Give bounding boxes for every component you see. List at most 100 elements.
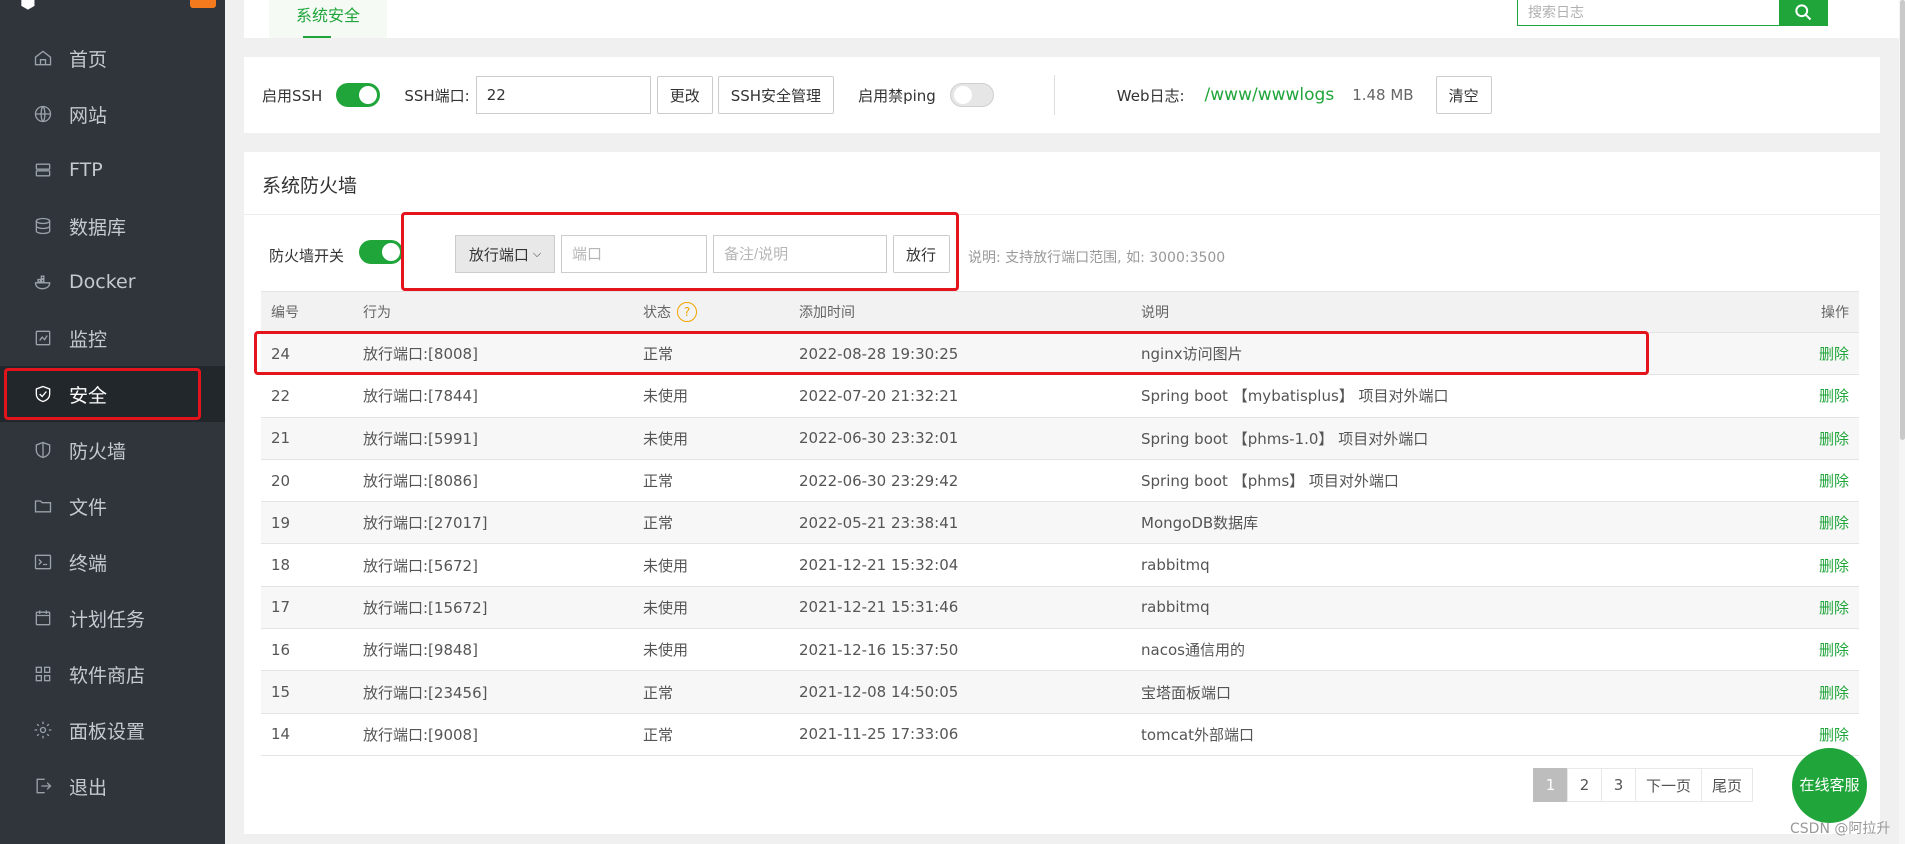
rule-type-select[interactable]: 放行端口 ⌵ [455,235,555,273]
cell-time: 2022-07-20 21:32:21 [799,386,959,405]
terminal-icon [33,552,53,572]
cell-id: 14 [271,725,291,744]
cell-time: 2022-06-30 23:32:01 [799,429,959,448]
sidebar-item-13[interactable]: 退出 [0,758,225,814]
sidebar-item-6[interactable]: 安全 [0,366,225,422]
sidebar-item-12[interactable]: 面板设置 [0,702,225,758]
cell-status: 正常 [643,514,674,533]
sidebar-item-8[interactable]: 文件 [0,478,225,534]
scrollbar-thumb[interactable] [1900,0,1905,440]
delete-link[interactable]: 删除 [1759,343,1859,364]
delete-link[interactable]: 删除 [1759,597,1859,618]
logout-icon [33,776,53,796]
page-button[interactable]: 1 [1533,768,1568,802]
sidebar-item-0[interactable]: 首页 [0,30,225,86]
cell-time: 2021-12-16 15:37:50 [799,640,959,659]
cell-time: 2021-11-25 17:33:06 [799,725,959,744]
col-time: 添加时间 [799,305,855,321]
sidebar-item-5[interactable]: 监控 [0,310,225,366]
cell-status: 正常 [643,472,674,491]
sidebar-item-4[interactable]: Docker [0,254,225,310]
port-input[interactable] [561,235,707,273]
delete-link[interactable]: 删除 [1759,512,1859,533]
cell-status: 正常 [643,683,674,702]
cell-id: 18 [271,556,291,575]
cell-action: 放行端口:[27017] [363,514,488,533]
delete-link[interactable]: 删除 [1759,555,1859,576]
log-search-button[interactable] [1779,0,1827,25]
watermark: CSDN @阿拉升 [1790,821,1891,837]
table-row: 24 放行端口:[8008] 正常 2022-08-28 19:30:25 nginx访… [261,333,1859,376]
sidebar-item-2[interactable]: FTP [0,142,225,198]
delete-link[interactable]: 删除 [1759,724,1859,745]
home-icon [33,48,53,68]
cell-action: 放行端口:[5672] [363,556,478,575]
ssh-port-input[interactable]: 22 [475,76,651,114]
firewall-title: 系统防火墙 [262,175,358,197]
sidebar-item-1[interactable]: 网站 [0,86,225,142]
firewall-toggle[interactable] [359,240,403,264]
page-button[interactable]: 3 [1601,768,1636,802]
table-row: 15 放行端口:[23456] 正常 2021-12-08 14:50:05 宝塔面板端… [261,671,1859,714]
firewall-panel: 系统防火墙 防火墙开关 放行端口 ⌵ 放行 说明: 支持放行端口范围, 如: 3… [244,152,1880,834]
cell-time: 2022-06-30 23:29:42 [799,471,959,490]
ftp-icon [33,160,53,180]
sidebar-item-10[interactable]: 计划任务 [0,590,225,646]
cell-action: 放行端口:[7844] [363,387,478,406]
col-id: 编号 [271,305,299,321]
monitor-icon [33,328,53,348]
ssh-toggle[interactable] [336,83,381,107]
cell-status: 正常 [643,345,674,364]
cell-id: 17 [271,598,291,617]
sidebar-item-9[interactable]: 终端 [0,534,225,590]
table-row: 14 放行端口:[9008] 正常 2021-11-25 17:33:06 tomcat… [261,714,1859,756]
ssh-enable-label: 启用SSH [262,86,323,105]
col-status-label: 状态 [643,305,671,321]
sidebar-item-label: 软件商店 [69,664,146,687]
ssh-port-change-button[interactable]: 更改 [656,76,713,114]
note-input[interactable] [713,235,887,273]
allow-port-button[interactable]: 放行 [893,235,950,273]
ping-toggle[interactable] [949,83,994,107]
rule-type-value: 放行端口 [468,245,529,264]
page-button[interactable]: 2 [1567,768,1602,802]
delete-link[interactable]: 删除 [1759,470,1859,491]
help-icon[interactable]: ? [677,302,697,322]
delete-link[interactable]: 删除 [1759,682,1859,703]
cell-id: 21 [271,429,291,448]
sidebar-item-7[interactable]: 防火墙 [0,422,225,478]
tab-system-security[interactable]: 系统安全 [269,0,387,38]
table-header: 编号 行为 状态 ? 添加时间 说明 操作 [261,291,1859,333]
log-search-input[interactable] [1518,0,1779,25]
cell-desc: nacos通信用的 [1141,641,1245,660]
cell-status: 未使用 [643,387,689,406]
delete-link[interactable]: 删除 [1759,639,1859,660]
cell-action: 放行端口:[8086] [363,472,478,491]
cell-desc: rabbitmq [1141,598,1210,617]
ssh-manage-button[interactable]: SSH安全管理 [717,76,835,114]
calendar-icon [33,608,53,628]
sidebar-item-11[interactable]: 软件商店 [0,646,225,702]
next-page-button[interactable]: 下一页 [1635,768,1703,802]
last-page-button[interactable]: 尾页 [1701,768,1754,802]
cell-time: 2021-12-21 15:32:04 [799,556,959,575]
delete-link[interactable]: 删除 [1759,428,1859,449]
weblog-path-link[interactable]: /www/wwwlogs [1205,85,1335,105]
online-support-button[interactable]: 在线客服 [1792,748,1867,823]
sidebar-item-3[interactable]: 数据库 [0,198,225,254]
cell-desc: nginx访问图片 [1141,345,1243,364]
cell-time: 2022-05-21 23:38:41 [799,513,959,532]
folder-icon [33,496,53,516]
firewall-hint: 说明: 支持放行端口范围, 如: 3000:3500 [968,250,1226,266]
sidebar-item-label: 监控 [69,328,108,351]
table-body: 24 放行端口:[8008] 正常 2022-08-28 19:30:25 nginx访… [261,333,1859,756]
pagination: 1 2 3 下一页 尾页 [1533,768,1754,802]
cell-action: 放行端口:[9008] [363,725,478,744]
sidebar-item-label: 数据库 [69,216,127,239]
delete-link[interactable]: 删除 [1759,385,1859,406]
cell-desc: Spring boot 【mybatisplus】 项目对外端口 [1141,387,1449,406]
shield-check-icon [33,384,53,404]
cell-status: 正常 [643,725,674,744]
weblog-clear-button[interactable]: 清空 [1435,76,1492,114]
search-icon [1795,4,1812,21]
